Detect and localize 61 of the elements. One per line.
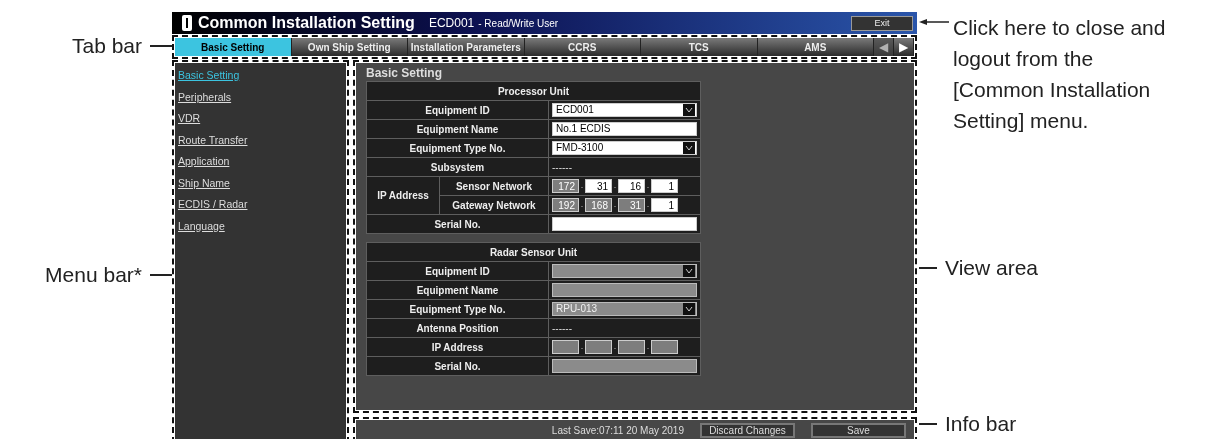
callout-text: Setting] menu. [953,108,1090,134]
exit-button[interactable]: Exit [851,15,913,31]
ip-octet-field[interactable]: 1 [651,198,678,212]
tab[interactable]: AMS [757,38,874,56]
leader-line [150,45,172,47]
callout-label: Menu bar* [45,264,142,286]
separator-dot: . [612,198,618,212]
user-label: - Read/Write User [478,16,559,31]
menu-link[interactable]: Language [178,215,343,237]
separator-dot: . [579,179,585,193]
menu-link[interactable]: ECDIS / Radar [178,194,343,216]
equipment-label: ECD001 [428,15,475,32]
separator-dot: . [612,340,618,354]
field-value: ------ [552,161,572,173]
text-field[interactable] [552,217,697,231]
menu-link[interactable]: VDR [178,108,343,130]
save-button[interactable]: Save [811,422,906,438]
app-logo-icon [182,15,192,31]
tab[interactable]: CCRS [524,38,641,56]
separator-dot: . [645,198,651,212]
ip-octet-field[interactable]: 31 [585,179,612,193]
callout-label: Info bar [945,413,1017,435]
leader-line [919,423,937,425]
scroll-right-button[interactable]: ▶ [894,38,914,56]
dropdown[interactable]: ECD001 [552,103,697,117]
discard-changes-button[interactable]: Discard Changes [700,422,795,438]
menu-link[interactable]: Route Transfer [178,129,343,151]
callout-text: logout from the [953,46,1095,72]
dropdown[interactable]: FMD-3100 [552,141,697,155]
tab[interactable]: Installation Parameters [408,38,525,56]
tab[interactable]: TCS [641,38,758,56]
callout-label: Tab bar [71,35,142,57]
last-save-text: Last Save:07:11 20 May 2019 [551,423,684,438]
chevron-down-icon[interactable] [683,142,695,154]
leader-line [919,267,937,269]
section-header: Processor Unit [366,81,701,101]
menu-link[interactable]: Peripherals [178,86,343,108]
separator-dot: . [645,340,651,354]
separator-dot: . [645,179,651,193]
text-field[interactable]: No.1 ECDIS [552,122,697,136]
window-title: Common Installation Setting [198,13,415,33]
callout-text: Click here to close and [953,15,1166,41]
separator-dot: . [579,340,585,354]
menu-link[interactable]: Basic Setting [178,65,343,87]
callout-text: [Common Installation [953,77,1152,103]
separator-dot: . [612,179,618,193]
menu-link[interactable]: Ship Name [178,172,343,194]
view-title: Basic Setting [366,65,444,81]
leader-line [150,274,172,276]
section-header: Radar Sensor Unit [366,242,701,262]
tab[interactable]: Own Ship Setting [291,38,408,56]
ip-octet-field[interactable]: 1 [651,179,678,193]
field-value: ------ [552,322,572,334]
separator-dot: . [579,198,585,212]
menu-link[interactable]: Application [178,151,343,173]
chevron-down-icon[interactable] [683,104,695,116]
ip-octet-field[interactable]: 16 [618,179,645,193]
callout-label: View area [945,257,1038,279]
callout-arrow [919,18,949,26]
tab[interactable]: Basic Setting [175,38,292,56]
field-label: IP Address [366,176,440,215]
